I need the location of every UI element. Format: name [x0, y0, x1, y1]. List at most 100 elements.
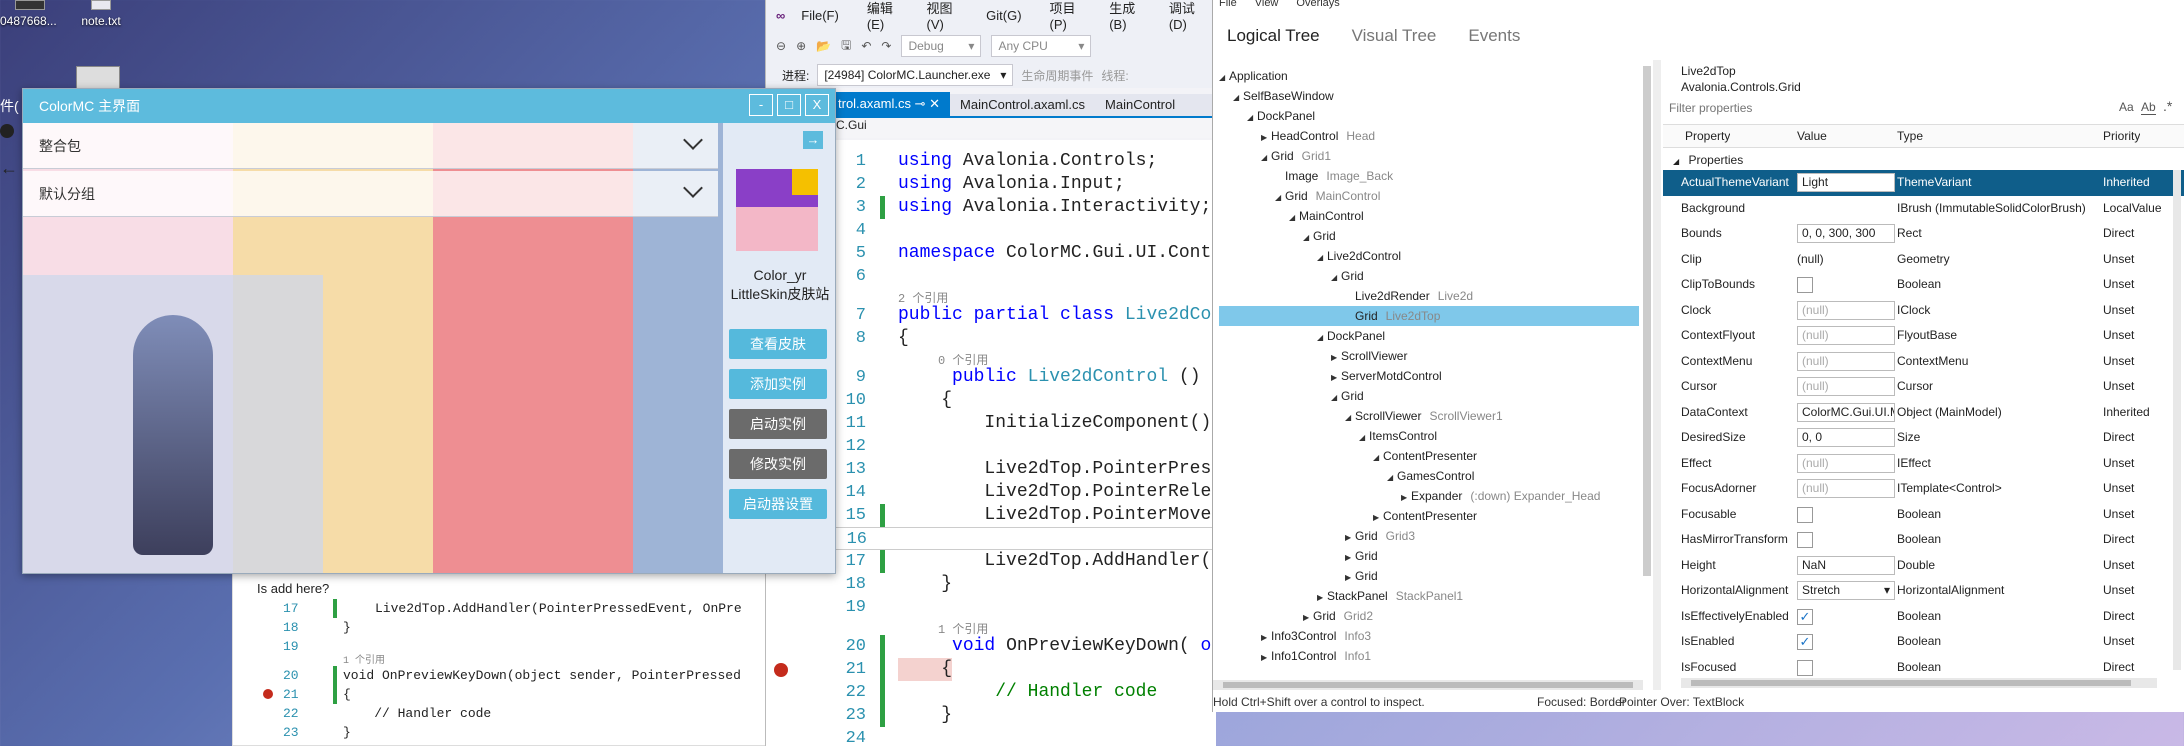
back-arrow-icon[interactable]: ←: [0, 158, 18, 179]
collapsed-triangle-icon[interactable]: ▶: [1331, 348, 1341, 368]
forward-icon[interactable]: ⊕: [796, 39, 806, 53]
property-row[interactable]: HorizontalAlignment Stretch ▾ HorizontalAli…: [1663, 578, 2184, 604]
property-row[interactable]: ClipToBounds Boolean Unset: [1663, 272, 2184, 298]
undo-icon[interactable]: ↶: [861, 39, 871, 53]
desktop-shortcut-icon[interactable]: [76, 66, 120, 90]
desktop-icon-note[interactable]: note.txt: [76, 0, 126, 28]
property-row[interactable]: HasMirrorTransform Boolean Direct: [1663, 527, 2184, 553]
expanded-triangle-icon[interactable]: ◢: [1275, 188, 1285, 208]
group-header-default[interactable]: 默认分组: [23, 171, 718, 217]
edit-instance-button[interactable]: 修改实例: [729, 449, 827, 479]
expanded-triangle-icon[interactable]: ◢: [1289, 208, 1299, 228]
window-titlebar[interactable]: ColorMC 主界面 - □ X: [23, 89, 835, 123]
inspector-menu-view[interactable]: View: [1255, 0, 1279, 12]
vs-menu-project[interactable]: 项目(P): [1050, 0, 1082, 32]
property-value-field[interactable]: (null): [1797, 326, 1895, 345]
live2d-character[interactable]: [23, 275, 323, 573]
tree-node[interactable]: ◢ DockPanel: [1219, 326, 1639, 346]
splitter[interactable]: [1653, 60, 1661, 690]
tree-node[interactable]: ◢ ScrollViewer ScrollViewer1: [1219, 406, 1639, 426]
expanded-triangle-icon[interactable]: ◢: [1331, 388, 1341, 408]
tree-node[interactable]: ▶ Grid Grid2: [1219, 606, 1639, 626]
property-row[interactable]: Clip (null) Geometry Unset: [1663, 247, 2184, 273]
property-row[interactable]: DesiredSize 0, 0 Size Direct: [1663, 425, 2184, 451]
vs-menu-file[interactable]: File(F): [801, 8, 839, 23]
expanded-triangle-icon[interactable]: ◢: [1359, 428, 1369, 448]
tree-node[interactable]: ▶ ScrollViewer: [1219, 346, 1639, 366]
match-word-icon[interactable]: Ab: [2141, 100, 2156, 115]
tree-node[interactable]: ◢ DockPanel: [1219, 106, 1639, 126]
tab-logical-tree[interactable]: Logical Tree: [1227, 26, 1320, 46]
tree-node[interactable]: ◢ Grid Grid1: [1219, 146, 1639, 166]
process-select[interactable]: [24984] ColorMC.Launcher.exe ▾: [817, 64, 1014, 86]
vs-menu-view[interactable]: 视图(V): [926, 0, 958, 32]
tree-node[interactable]: ◢ ItemsControl: [1219, 426, 1639, 446]
collapsed-triangle-icon[interactable]: ▶: [1261, 628, 1271, 648]
close-icon[interactable]: ✕: [929, 96, 940, 111]
regex-icon[interactable]: .*: [2163, 98, 2172, 114]
breakpoint-icon[interactable]: [263, 689, 273, 699]
collapsed-triangle-icon[interactable]: ▶: [1401, 488, 1411, 508]
expanded-triangle-icon[interactable]: ◢: [1261, 148, 1271, 168]
property-value-field[interactable]: (null): [1797, 351, 1895, 371]
property-checkbox[interactable]: [1797, 277, 1813, 293]
property-row[interactable]: IsFocused Boolean Direct: [1663, 655, 2184, 681]
expanded-triangle-icon[interactable]: ◢: [1345, 408, 1355, 428]
property-row[interactable]: Effect (null) IEffect Unset: [1663, 451, 2184, 477]
tab-maincontrol[interactable]: MainControl: [1095, 93, 1185, 116]
desktop-icon-image[interactable]: 0487668...: [0, 0, 60, 28]
property-value-field[interactable]: Stretch ▾: [1797, 581, 1895, 600]
collapsed-triangle-icon[interactable]: ▶: [1345, 528, 1355, 548]
tree-node[interactable]: ◢ Grid: [1219, 226, 1639, 246]
tree-node[interactable]: ▶ Grid: [1219, 546, 1639, 566]
property-value-field[interactable]: Light: [1797, 173, 1895, 192]
collapsed-triangle-icon[interactable]: ▶: [1261, 648, 1271, 668]
expanded-triangle-icon[interactable]: ◢: [1219, 68, 1229, 88]
tree-node[interactable]: ▶ Info1Control Info1: [1219, 646, 1639, 666]
property-checkbox[interactable]: ✓: [1797, 608, 1813, 625]
tree-hscrollbar[interactable]: [1213, 680, 1643, 690]
tree-node[interactable]: ▶ ContentPresenter: [1219, 506, 1639, 526]
tab-events[interactable]: Events: [1468, 26, 1520, 46]
config-select[interactable]: Debug ▾: [901, 35, 982, 57]
property-row[interactable]: Cursor (null) Cursor Unset: [1663, 374, 2184, 400]
property-row[interactable]: ContextFlyout (null) FlyoutBase Unset: [1663, 323, 2184, 349]
property-checkbox[interactable]: [1797, 506, 1813, 523]
tree-node[interactable]: Image Image_Back: [1219, 166, 1639, 186]
col-value[interactable]: Value: [1797, 129, 1827, 143]
expanded-triangle-icon[interactable]: ◢: [1387, 468, 1397, 488]
property-scrollbar[interactable]: [2173, 170, 2181, 670]
props-hscrollbar[interactable]: [1681, 678, 2157, 688]
vs-menu-edit[interactable]: 编辑(E): [867, 0, 899, 32]
properties-group[interactable]: ◢ Properties: [1673, 150, 1743, 170]
collapsed-triangle-icon[interactable]: ▶: [1317, 588, 1327, 608]
expanded-triangle-icon[interactable]: ◢: [1303, 228, 1313, 248]
property-value-field[interactable]: (null): [1797, 377, 1895, 396]
vs-menu-git[interactable]: Git(G): [986, 8, 1021, 23]
tree-node[interactable]: ◢ ContentPresenter: [1219, 446, 1639, 466]
collapse-arrow-icon[interactable]: →: [803, 131, 823, 149]
property-row[interactable]: IsEffectivelyEnabled ✓ Boolean Direct: [1663, 604, 2184, 630]
lifecycle-events[interactable]: 生命周期事件: [1021, 67, 1093, 84]
platform-select[interactable]: Any CPU ▾: [991, 35, 1092, 57]
property-row[interactable]: Bounds 0, 0, 300, 300 Rect Direct: [1663, 221, 2184, 247]
property-row[interactable]: Clock (null) IClock Unset: [1663, 298, 2184, 324]
property-row[interactable]: Focusable Boolean Unset: [1663, 502, 2184, 528]
tree-node[interactable]: ◢ Application: [1219, 66, 1639, 86]
property-value-field[interactable]: (null): [1797, 300, 1895, 320]
property-row[interactable]: ContextMenu (null) ContextMenu Unset: [1663, 349, 2184, 375]
property-row[interactable]: FocusAdorner (null) ITemplate<Control> Unse…: [1663, 476, 2184, 502]
property-checkbox[interactable]: [1797, 659, 1813, 676]
tree-node[interactable]: ▶ Info3Control Info3: [1219, 626, 1639, 646]
property-row[interactable]: ActualThemeVariant Light ThemeVariant Inher…: [1663, 170, 2184, 196]
launch-instance-button[interactable]: 启动实例: [729, 409, 827, 439]
property-row[interactable]: Background IBrush (ImmutableSolidColorBru…: [1663, 196, 2184, 222]
property-row[interactable]: Height NaN Double Unset: [1663, 553, 2184, 579]
property-value-field[interactable]: 0, 0, 300, 300: [1797, 224, 1895, 243]
tree-node[interactable]: Grid Live2dTop: [1219, 306, 1639, 326]
collapsed-triangle-icon[interactable]: ▶: [1345, 548, 1355, 568]
view-skin-button[interactable]: 查看皮肤: [729, 329, 827, 359]
tree-hscroll-thumb[interactable]: [1223, 682, 1633, 688]
expanded-triangle-icon[interactable]: ◢: [1233, 88, 1243, 108]
inspector-menu-file[interactable]: File: [1219, 0, 1237, 12]
